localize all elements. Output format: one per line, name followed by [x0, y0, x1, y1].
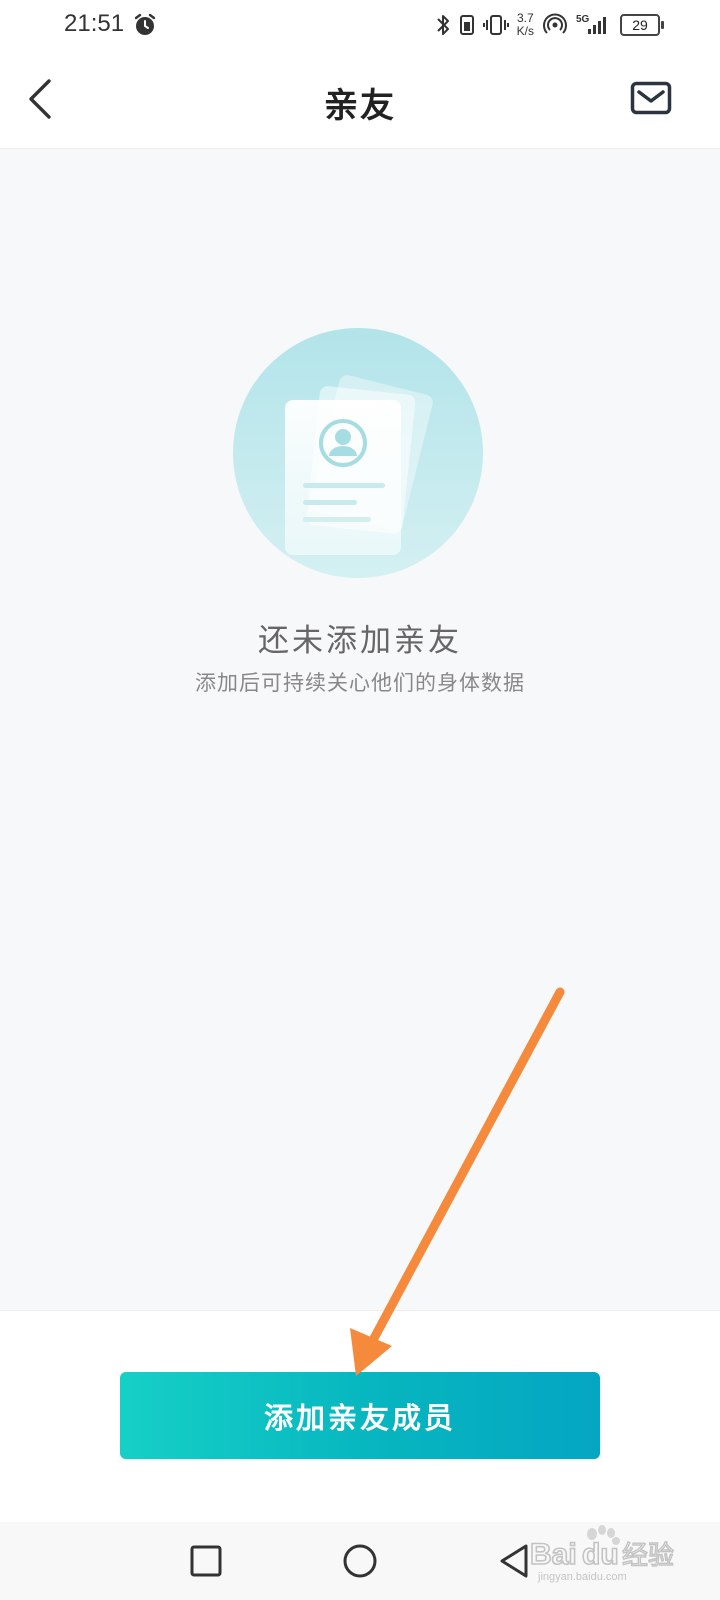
empty-state-title: 还未添加亲友: [258, 623, 462, 659]
watermark-text-cn: 经验: [622, 1541, 674, 1571]
battery-saver-icon: [459, 15, 474, 35]
bluetooth-icon: [436, 15, 449, 35]
5g-signal-icon: 5G: [576, 14, 606, 34]
hotspot-icon: [543, 13, 567, 34]
status-time: 21:51: [64, 10, 125, 37]
network-speed: 3.7 K/s: [517, 12, 534, 38]
contact-card-icon: [233, 328, 483, 578]
recent-apps-icon: [190, 1545, 222, 1577]
page-title: 亲友: [324, 86, 396, 126]
add-member-button[interactable]: 添加亲友成员: [120, 1372, 600, 1459]
speed-unit: K/s: [516, 24, 534, 38]
baidu-jingyan-watermark: Bai du 经验 jingyan.baidu.com: [530, 1525, 675, 1583]
home-button[interactable]: [337, 1538, 383, 1584]
battery-level: 29: [632, 17, 648, 33]
battery-icon: 29: [620, 14, 664, 36]
mail-icon: [630, 81, 672, 115]
watermark-text-left: Bai: [530, 1538, 577, 1571]
watermark-text-right: du: [582, 1538, 619, 1571]
status-bar: 21:51 3.7 K/s 5G 29: [0, 0, 720, 50]
back-icon: [500, 1544, 528, 1578]
vibrate-icon: [482, 15, 509, 35]
status-icons: 3.7 K/s 5G 29: [435, 8, 664, 42]
home-icon: [343, 1544, 377, 1578]
recent-apps-button[interactable]: [183, 1538, 229, 1584]
svg-text:5G: 5G: [576, 14, 590, 25]
empty-state-subtitle: 添加后可持续关心他们的身体数据: [195, 671, 525, 695]
watermark-url: jingyan.baidu.com: [537, 1571, 627, 1583]
header: 亲友: [0, 50, 720, 149]
message-button[interactable]: [626, 76, 676, 120]
alarm-icon: [134, 13, 156, 35]
